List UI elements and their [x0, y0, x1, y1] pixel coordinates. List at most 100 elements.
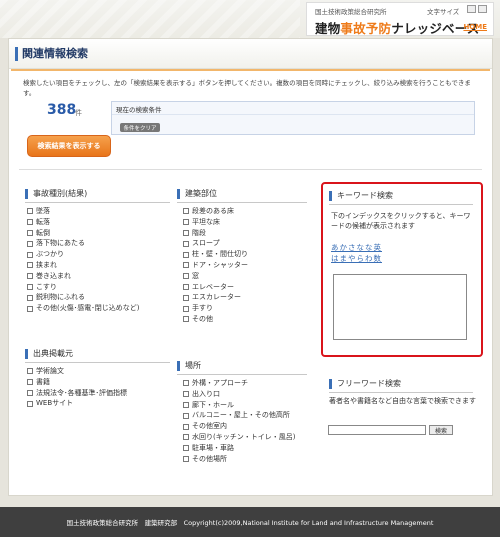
checkbox-item[interactable]: その他(火傷･感電･閉じ込めなど): [27, 303, 139, 314]
checkbox[interactable]: [27, 294, 33, 301]
checkbox-label: WEBサイト: [36, 399, 74, 408]
show-results-button[interactable]: 検索結果を表示する: [27, 135, 111, 157]
checkbox-label: その他(火傷･感電･閉じ込めなど): [36, 304, 140, 313]
checkbox[interactable]: [183, 240, 189, 247]
checkbox-label: 巻き込まれ: [36, 271, 71, 280]
checkbox-item[interactable]: スロープ: [183, 238, 248, 249]
checkbox-item[interactable]: 落下物にあたる: [27, 238, 139, 249]
checkbox[interactable]: [27, 273, 33, 280]
keyword-index-row-1[interactable]: あかさなな英: [331, 242, 382, 253]
keyword-candidate-list[interactable]: [333, 274, 467, 340]
checkbox-label: スロープ: [192, 239, 220, 248]
title-bar: 関連情報検索: [9, 39, 492, 69]
checkbox-item[interactable]: 平坦な床: [183, 217, 248, 228]
checkbox-item[interactable]: 階段: [183, 228, 248, 239]
keyword-index-row-2[interactable]: はまやらわ数: [331, 253, 382, 264]
checkbox-item[interactable]: 廊下・ホール: [183, 400, 295, 411]
checkbox-item[interactable]: 鋭利物にふれる: [27, 292, 139, 303]
checkbox[interactable]: [183, 273, 189, 280]
checkbox[interactable]: [183, 219, 189, 226]
checkbox[interactable]: [183, 262, 189, 269]
checkbox[interactable]: [183, 380, 189, 387]
section-separator: [19, 169, 482, 170]
checkbox-item[interactable]: 書籍: [27, 377, 127, 388]
checkbox[interactable]: [183, 294, 189, 301]
checkbox-item[interactable]: その他場所: [183, 454, 295, 465]
checkbox-item[interactable]: 手すり: [183, 303, 248, 314]
checkbox[interactable]: [183, 305, 189, 312]
checkbox[interactable]: [183, 423, 189, 430]
checkbox-item[interactable]: 窓: [183, 271, 248, 282]
checkbox[interactable]: [183, 316, 189, 323]
checkbox[interactable]: [27, 389, 33, 396]
checkbox[interactable]: [183, 412, 189, 419]
checkbox[interactable]: [27, 219, 33, 226]
font-size-small-button[interactable]: [467, 5, 476, 13]
checkbox[interactable]: [27, 262, 33, 269]
checkbox-item[interactable]: WEBサイト: [27, 398, 127, 409]
checkbox-item[interactable]: 法規法令･各種基準･評価指標: [27, 388, 127, 399]
checkbox-item[interactable]: こすり: [27, 282, 139, 293]
accident-type-rule: [25, 202, 170, 203]
checkbox[interactable]: [27, 305, 33, 312]
header-decoration: [0, 0, 300, 38]
checkbox[interactable]: [183, 391, 189, 398]
keyword-search-rule: [329, 204, 473, 205]
checkbox-label: 手すり: [192, 304, 213, 313]
result-count: 388: [47, 102, 77, 118]
checkbox-label: エレベーター: [192, 282, 234, 291]
checkbox-item[interactable]: 柱・壁・間仕切り: [183, 249, 248, 260]
checkbox[interactable]: [27, 208, 33, 215]
checkbox[interactable]: [183, 208, 189, 215]
checkbox[interactable]: [183, 401, 189, 408]
checkbox-label: 柱・壁・間仕切り: [192, 250, 248, 259]
checkbox-item[interactable]: 転倒: [27, 228, 139, 239]
checkbox-item[interactable]: その他室内: [183, 421, 295, 432]
free-word-input[interactable]: [328, 425, 426, 435]
free-word-search-button[interactable]: 検索: [429, 425, 453, 435]
checkbox-item[interactable]: ぶつかり: [27, 249, 139, 260]
checkbox[interactable]: [27, 368, 33, 375]
checkbox-label: 転倒: [36, 228, 50, 237]
checkbox[interactable]: [183, 283, 189, 290]
checkbox-item[interactable]: バルコニー・屋上・その他高所: [183, 410, 295, 421]
checkbox-item[interactable]: 転落: [27, 217, 139, 228]
checkbox[interactable]: [27, 400, 33, 407]
checkbox[interactable]: [183, 434, 189, 441]
checkbox-label: 墜落: [36, 207, 50, 215]
checkbox-item[interactable]: 駐車場・車路: [183, 443, 295, 454]
result-count-unit: 件: [75, 109, 82, 117]
checkbox-item[interactable]: ドア・シャッター: [183, 260, 248, 271]
site-logo[interactable]: 国土技術政策総合研究所 文字サイズ 建物事故予防ナレッジベース HOME: [306, 2, 494, 36]
checkbox[interactable]: [183, 229, 189, 236]
checkbox[interactable]: [183, 251, 189, 258]
checkbox-label: 出入り口: [192, 389, 220, 398]
checkbox[interactable]: [27, 379, 33, 386]
checkbox-item[interactable]: エスカレーター: [183, 292, 248, 303]
checkbox[interactable]: [183, 455, 189, 462]
checkbox[interactable]: [27, 229, 33, 236]
checkbox-item[interactable]: 段差のある床: [183, 206, 248, 217]
home-link[interactable]: HOME: [463, 23, 487, 31]
accident-type-heading: 事故種別(結果): [25, 189, 87, 199]
checkbox-item[interactable]: 水回り(キッチン・トイレ・風呂): [183, 432, 295, 443]
checkbox-label: 書籍: [36, 377, 50, 386]
intro-text: 検索したい項目をチェックし、左の「検索結果を表示する」ボタンを押してください。複…: [23, 79, 471, 97]
checkbox-item[interactable]: 墜落: [27, 206, 139, 217]
conditions-divider: [112, 114, 474, 115]
checkbox-item[interactable]: エレベーター: [183, 282, 248, 293]
font-size-large-button[interactable]: [478, 5, 487, 13]
source-list: 学術論文 書籍 法規法令･各種基準･評価指標 WEBサイト: [27, 366, 127, 409]
checkbox-label: ドア・シャッター: [192, 260, 248, 269]
checkbox[interactable]: [27, 283, 33, 290]
checkbox[interactable]: [27, 251, 33, 258]
checkbox-item[interactable]: 外構・アプローチ: [183, 378, 295, 389]
checkbox-item[interactable]: 巻き込まれ: [27, 271, 139, 282]
checkbox-item[interactable]: 学術論文: [27, 366, 127, 377]
checkbox-item[interactable]: その他: [183, 314, 248, 325]
checkbox-item[interactable]: 出入り口: [183, 389, 295, 400]
checkbox[interactable]: [27, 240, 33, 247]
checkbox[interactable]: [183, 445, 189, 452]
checkbox-item[interactable]: 挟まれ: [27, 260, 139, 271]
clear-conditions-button[interactable]: 条件をクリア: [120, 123, 160, 132]
